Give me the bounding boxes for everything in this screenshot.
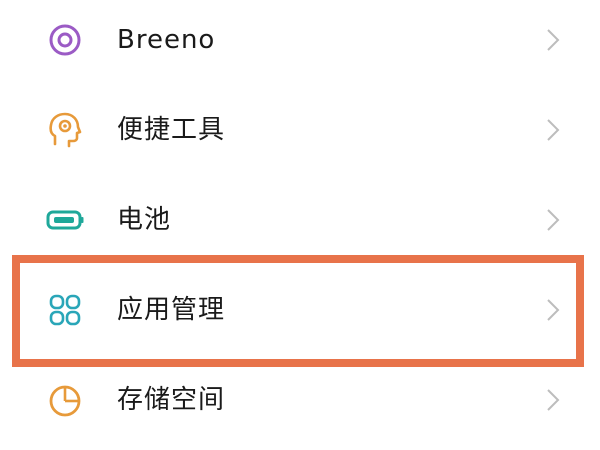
chevron-right-icon <box>547 119 560 141</box>
settings-item-label: Breeno <box>117 25 216 55</box>
settings-item-label: 应用管理 <box>117 295 226 325</box>
chevron-right-icon <box>547 209 560 231</box>
breeno-circle-icon <box>49 24 81 56</box>
settings-item-breeno[interactable]: Breeno <box>0 0 600 80</box>
head-gear-icon <box>49 112 82 148</box>
settings-item-convenience-tools[interactable]: 便捷工具 <box>0 90 600 170</box>
app-grid-icon <box>49 294 81 326</box>
battery-icon <box>46 210 84 230</box>
settings-item-label: 便捷工具 <box>117 115 226 145</box>
settings-item-storage[interactable]: 存储空间 <box>0 360 600 440</box>
settings-item-battery[interactable]: 电池 <box>0 180 600 260</box>
chevron-right-icon <box>547 389 560 411</box>
pie-chart-icon <box>49 385 81 417</box>
settings-item-label: 存储空间 <box>117 385 226 415</box>
settings-list: Breeno 便捷工具 电池 应用管理 存储空间 <box>0 0 600 450</box>
settings-item-label: 电池 <box>117 205 172 235</box>
chevron-right-icon <box>547 29 560 51</box>
settings-item-app-management[interactable]: 应用管理 <box>0 270 600 350</box>
chevron-right-icon <box>547 299 560 321</box>
